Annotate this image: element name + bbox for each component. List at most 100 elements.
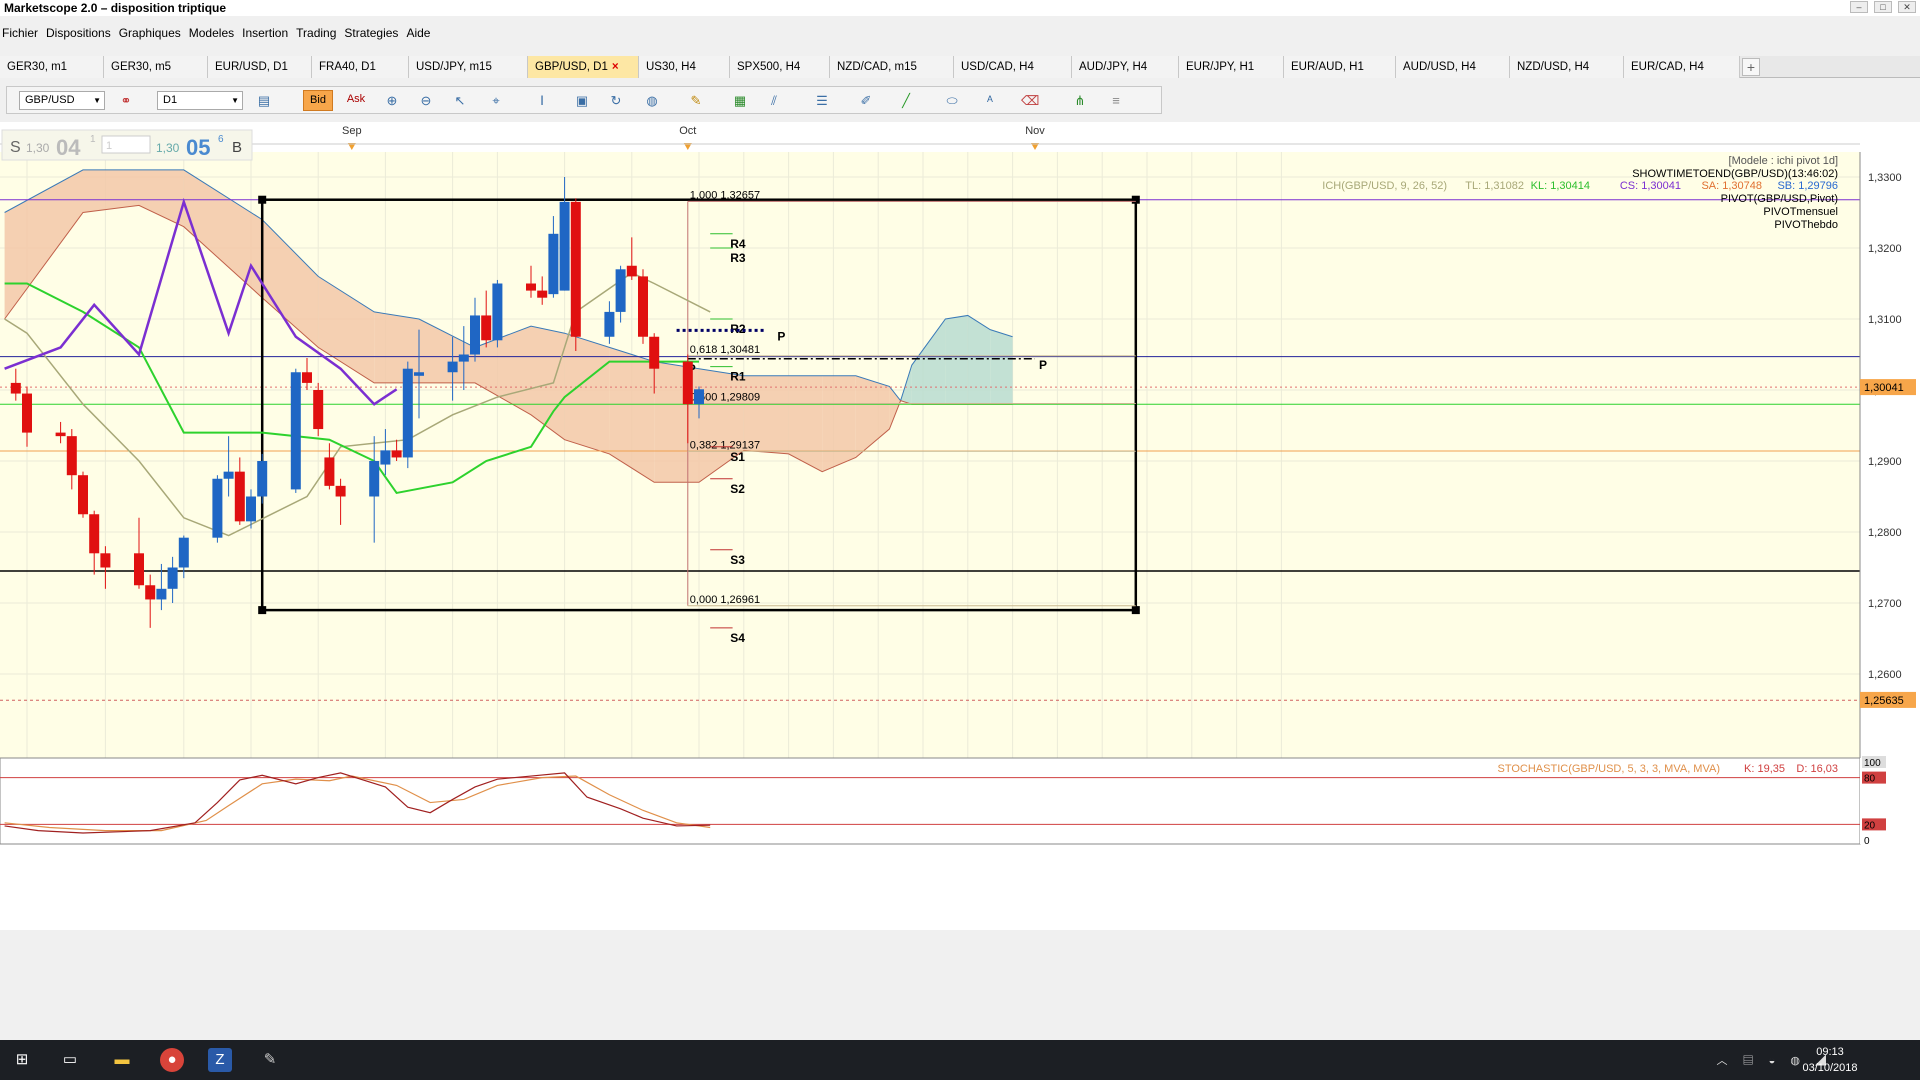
title-bar: Marketscope 2.0 – disposition triptique … (0, 0, 1920, 16)
menu-insertion[interactable]: Insertion (240, 23, 294, 43)
cloud-segment (945, 315, 968, 405)
trendline-icon[interactable]: ╱ (897, 92, 915, 109)
candle-body (78, 475, 88, 515)
candle-body (526, 283, 536, 291)
menu-aide[interactable]: Aide (404, 23, 436, 43)
tab-nzdusd-h4[interactable]: NZD/USD, H4 (1510, 56, 1624, 78)
tab-usdjpy-m15[interactable]: USD/JPY, m15 (409, 56, 528, 78)
ruler-icon[interactable]: ✎ (687, 92, 705, 109)
refresh-icon[interactable]: ↻ (607, 92, 625, 109)
crosshair-icon[interactable]: ⌖ (487, 92, 505, 109)
buy-price[interactable]: 05 (186, 135, 210, 160)
close-button[interactable]: ✕ (1898, 1, 1916, 13)
zoom-in-icon[interactable]: ⊕ (383, 92, 401, 109)
cloud-segment (990, 329, 1013, 405)
tab-ger30-m1[interactable]: GER30, m1 (0, 56, 104, 78)
month-label: Oct (679, 125, 696, 137)
maximize-button[interactable]: □ (1874, 1, 1892, 13)
more-icon[interactable]: ≡ (1107, 92, 1125, 109)
text-icon[interactable]: ᴬ (981, 92, 999, 109)
chart-area[interactable]: 1,000 1,32657 0,618 1,30481 0,500 1,29809 0… (0, 122, 1920, 930)
cursor-icon[interactable]: ↖ (451, 92, 469, 109)
pencil-icon[interactable]: ✐ (857, 92, 875, 109)
tab-eurusd-d1[interactable]: EUR/USD, D1 (208, 56, 312, 78)
quote-widget[interactable]: S 1,30 04 1 1 1,30 05 6 B (1, 129, 253, 161)
symbol-select[interactable]: GBP/USD ▼ (19, 91, 105, 110)
zoom-out-icon[interactable]: ⊖ (417, 92, 435, 109)
timeframe-select[interactable]: D1 ▼ (157, 91, 243, 110)
add-tab-button[interactable]: + (1742, 58, 1760, 76)
price-tick-label: 1,2800 (1868, 527, 1902, 539)
task-view-icon[interactable]: ▭ (58, 1048, 82, 1072)
indicator-icon[interactable]: Ⅰ (533, 92, 551, 109)
buy-label[interactable]: B (232, 139, 242, 156)
tab-euraud-h1[interactable]: EUR/AUD, H1 (1284, 56, 1396, 78)
ellipse-icon[interactable]: ⬭ (943, 92, 961, 109)
chart-toolbar: GBP/USD ▼ ⚭ D1 ▼ ▤ Bid Ask ⊕ ⊖ ↖ ⌖ Ⅰ ▣ ↻ ◍… (6, 86, 1162, 114)
chart-svg[interactable]: 1,000 1,326570,618 1,304810,500 1,298090… (0, 122, 1920, 930)
chrome-icon[interactable]: ● (160, 1048, 184, 1072)
hierarchy-icon[interactable]: ⋔ (1071, 92, 1089, 109)
menu-trading[interactable]: Trading (294, 23, 342, 43)
candle-body (100, 553, 111, 568)
tab-fra40-d1[interactable]: FRA40, D1 (312, 56, 409, 78)
windows-start-icon[interactable]: ⊞ (10, 1048, 34, 1072)
tab-us30-h4[interactable]: US30, H4 (639, 56, 730, 78)
candle-body (246, 496, 256, 522)
menu-strategies[interactable]: Strategies (342, 23, 404, 43)
eraser-icon[interactable]: ⌫ (1021, 92, 1039, 109)
image-icon[interactable]: ▦ (731, 92, 749, 109)
month-label: Nov (1025, 125, 1045, 137)
candle-body (55, 432, 66, 437)
price-tag-label: 1,30041 (1864, 382, 1904, 394)
bid-button[interactable]: Bid (303, 90, 333, 111)
tab-eurcad-h4[interactable]: EUR/CAD, H4 (1624, 56, 1740, 78)
menu-graphiques[interactable]: Graphiques (117, 23, 187, 43)
ask-button[interactable]: Ask (341, 90, 371, 111)
lines-icon[interactable]: ☰ (813, 92, 831, 109)
fibo-level-label: 1,000 1,32657 (690, 189, 760, 201)
menu-modeles[interactable]: Modeles (187, 23, 240, 43)
tab-nzdcad-m15[interactable]: NZD/CAD, m15 (830, 56, 954, 78)
sell-label[interactable]: S (10, 139, 21, 156)
tab-usdcad-h4[interactable]: USD/CAD, H4 (954, 56, 1072, 78)
buy-sup: 6 (218, 134, 224, 145)
sell-price[interactable]: 04 (56, 135, 81, 160)
fibonacci-icon[interactable]: ⫽ (765, 92, 783, 109)
pivot-month-label: PIVOTmensuel (1763, 206, 1838, 218)
symbol-value: GBP/USD (25, 94, 75, 106)
file-explorer-icon[interactable]: ▬ (110, 1048, 134, 1072)
candle-body (481, 315, 492, 341)
tab-close-icon[interactable]: × (612, 61, 619, 73)
globe-icon[interactable]: ◍ (643, 92, 661, 109)
minimize-button[interactable]: – (1850, 1, 1868, 13)
tab-ger30-m5[interactable]: GER30, m5 (104, 56, 208, 78)
tab-eurjpy-h1[interactable]: EUR/JPY, H1 (1179, 56, 1284, 78)
clock[interactable]: 09:13 03/10/2018 (1800, 1044, 1860, 1076)
tab-audjpy-h4[interactable]: AUD/JPY, H4 (1072, 56, 1179, 78)
fibo-level-label: 0,382 1,29137 (690, 439, 760, 451)
tab-label: USD/JPY, m15 (416, 61, 492, 73)
menu-dispositions[interactable]: Dispositions (44, 23, 117, 43)
candle-body (649, 336, 660, 369)
candle-body (369, 461, 380, 497)
stochastic-tick-label: 0 (1864, 836, 1870, 847)
tab-audusd-h4[interactable]: AUD/USD, H4 (1396, 56, 1510, 78)
chart-type-icon[interactable]: ▤ (255, 92, 273, 109)
candle-body (290, 372, 301, 490)
cloud-segment (967, 315, 991, 405)
cloud-segment (822, 375, 856, 472)
menu-fichier[interactable]: Fichier (0, 23, 44, 43)
ich-label: ICH(GBP/USD, 9, 26, 52) (1322, 180, 1447, 192)
tab-spx500-h4[interactable]: SPX500, H4 (730, 56, 830, 78)
candle-body (10, 382, 21, 394)
candle-body (22, 393, 32, 433)
template-icon[interactable]: ▣ (573, 92, 591, 109)
rectangle-handle (1131, 606, 1140, 615)
marketscope-icon[interactable]: Z (208, 1048, 232, 1072)
link-icon[interactable]: ⚭ (117, 92, 135, 109)
tab-gbpusd-d1[interactable]: GBP/USD, D1 × (528, 56, 639, 78)
tradestation-icon[interactable]: ✎ (258, 1048, 282, 1072)
tab-label: SPX500, H4 (737, 61, 801, 73)
candle-body (414, 372, 424, 376)
